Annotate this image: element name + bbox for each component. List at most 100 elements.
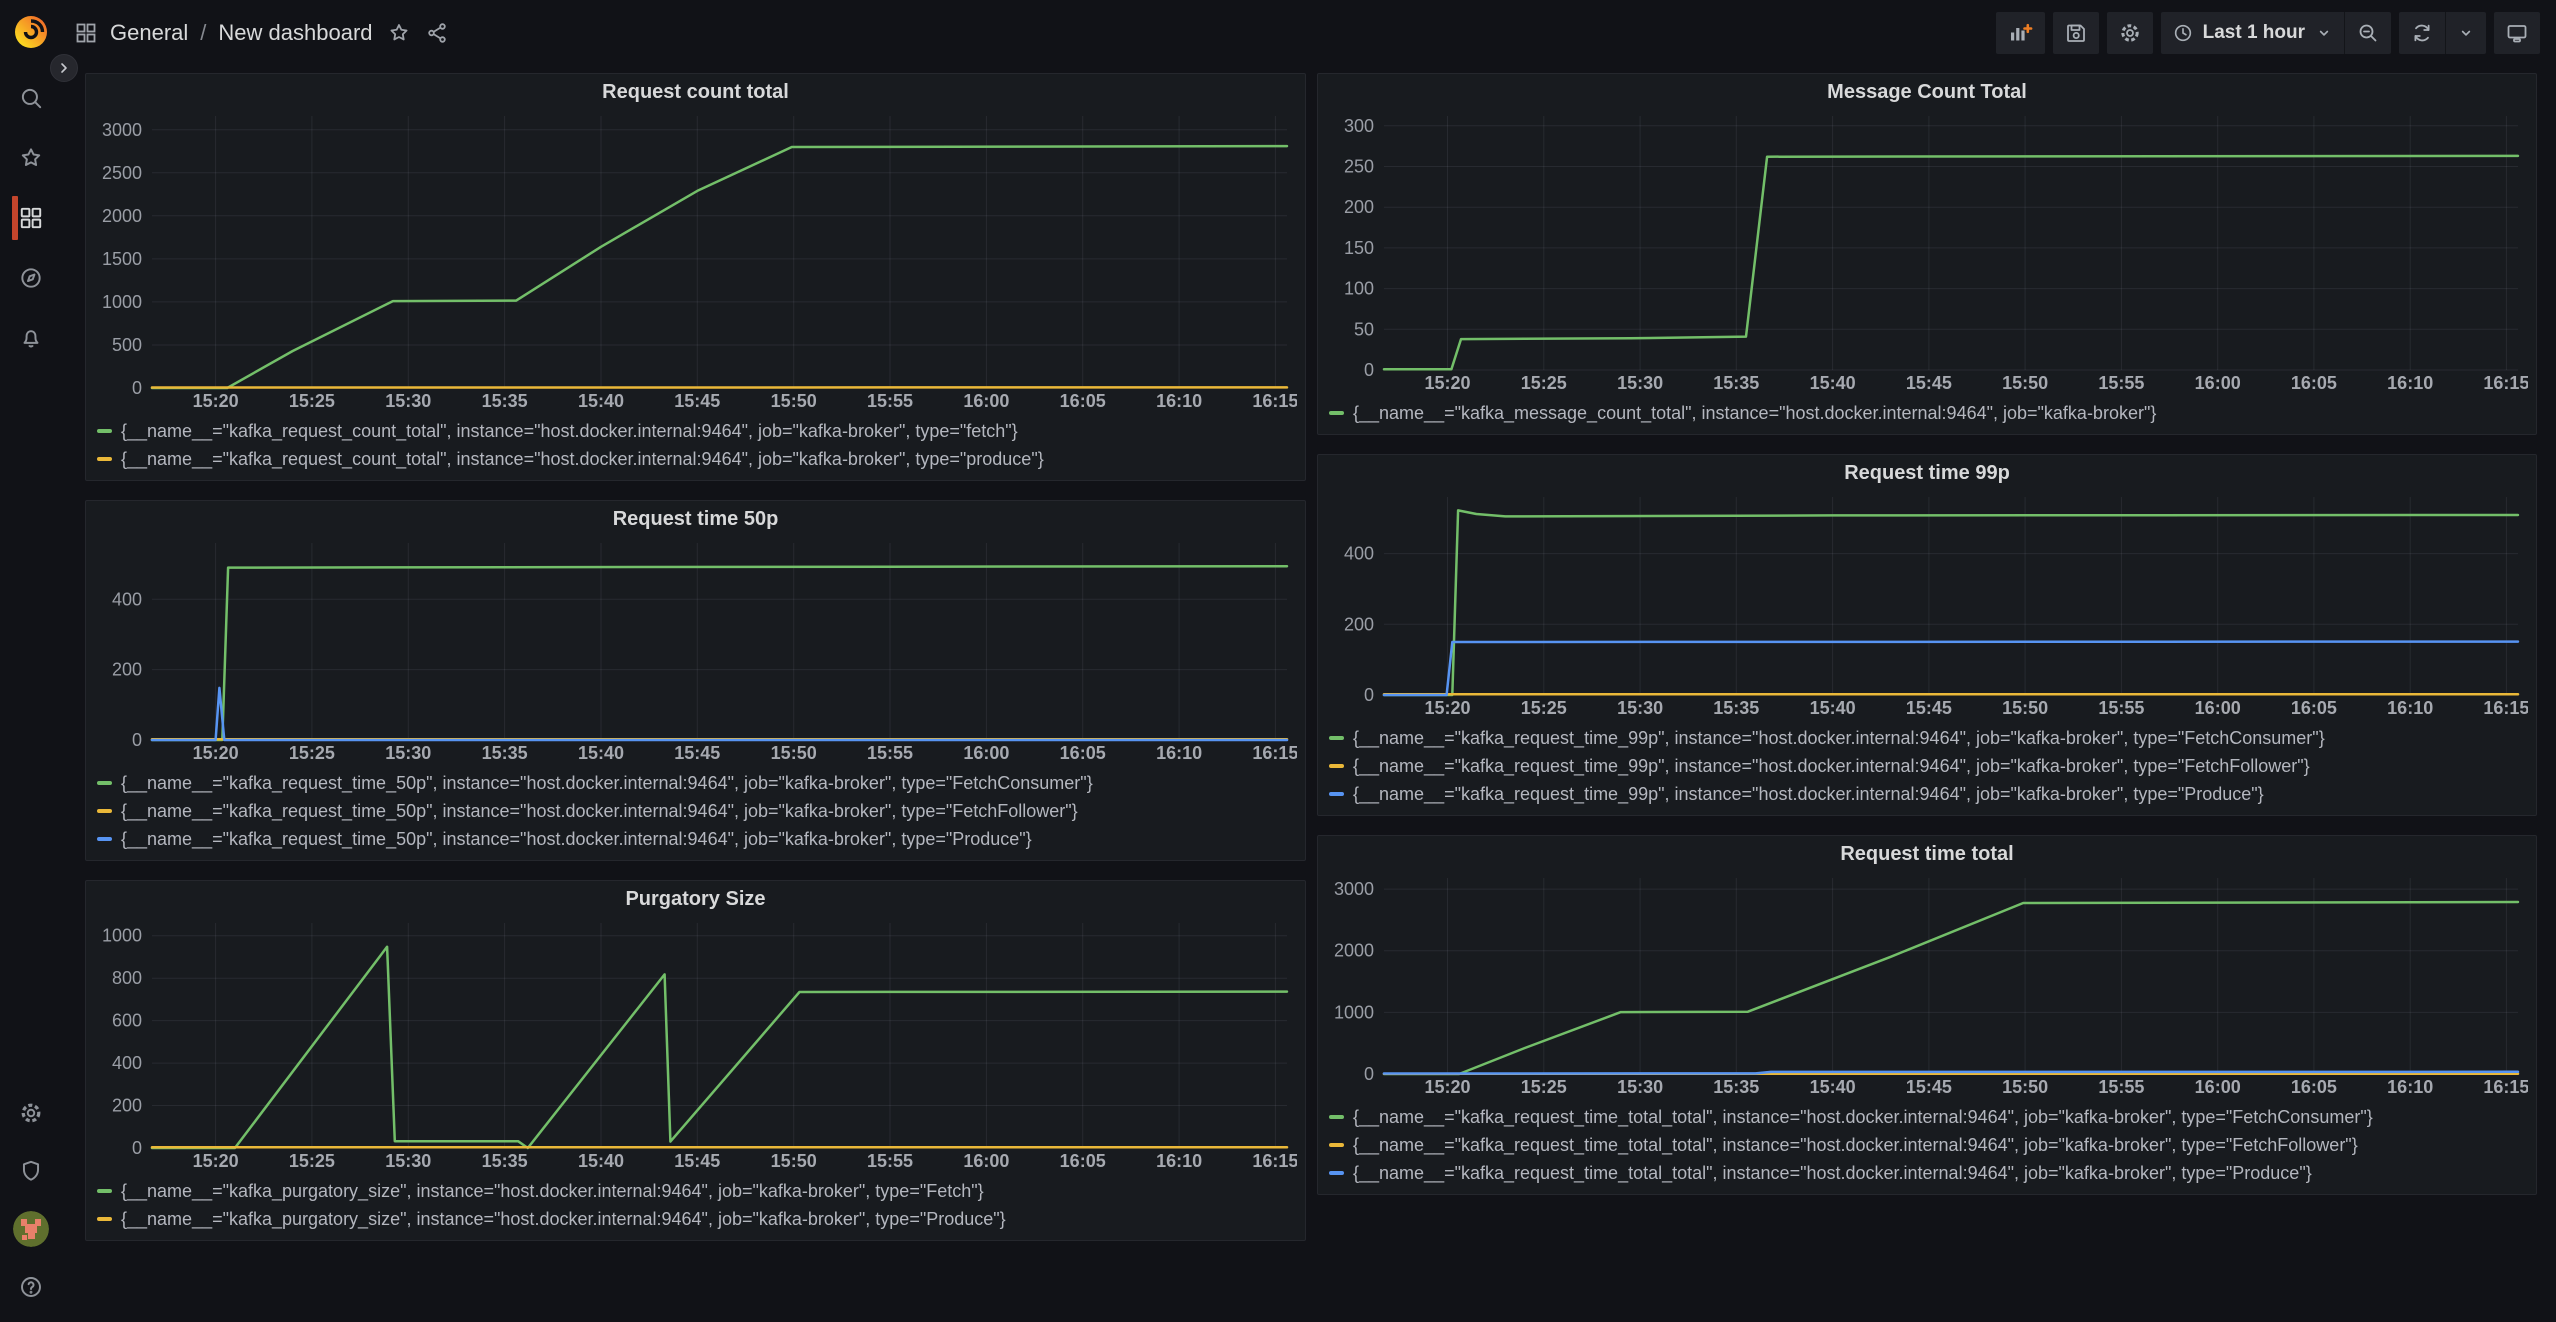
svg-text:16:15: 16:15 [1252,1151,1297,1171]
breadcrumb: General / New dashboard [74,20,449,46]
legend-swatch-icon [1329,736,1344,740]
svg-text:150: 150 [1344,238,1374,258]
legend-item[interactable]: {__name__="kafka_request_time_99p", inst… [1329,752,2528,780]
refresh-group [2399,12,2486,54]
legend-swatch-icon [1329,1171,1344,1175]
zoom-out-icon [2356,21,2380,45]
legend-item[interactable]: {__name__="kafka_request_time_50p", inst… [97,769,1297,797]
save-dashboard-button[interactable] [2053,12,2099,54]
svg-text:0: 0 [1364,1064,1374,1084]
svg-text:15:25: 15:25 [289,1151,335,1171]
svg-text:15:45: 15:45 [1906,373,1952,393]
legend-item[interactable]: {__name__="kafka_purgatory_size", instan… [97,1177,1297,1205]
svg-text:15:55: 15:55 [2098,698,2144,718]
legend-item[interactable]: {__name__="kafka_purgatory_size", instan… [97,1205,1297,1233]
svg-text:16:15: 16:15 [2483,698,2528,718]
gear-icon [2118,21,2142,45]
legend-item[interactable]: {__name__="kafka_request_count_total", i… [97,445,1297,473]
sidebar-item-alerting[interactable] [0,308,62,368]
panel-title[interactable]: Request time 50p [94,501,1297,535]
legend-label: {__name__="kafka_request_time_50p", inst… [121,801,1078,822]
svg-text:1000: 1000 [102,292,142,312]
svg-text:100: 100 [1344,279,1374,299]
chevron-right-icon [56,60,72,76]
svg-text:0: 0 [1364,685,1374,705]
svg-text:15:45: 15:45 [674,743,720,763]
panel-legend: {__name__="kafka_purgatory_size", instan… [94,1174,1297,1233]
legend-item[interactable]: {__name__="kafka_request_time_total_tota… [1329,1131,2528,1159]
legend-item[interactable]: {__name__="kafka_request_time_total_tota… [1329,1159,2528,1187]
share-dashboard-button[interactable] [425,21,449,45]
dashboard-settings-button[interactable] [2107,12,2153,54]
time-series-plot[interactable]: 05001000150020002500300015:2015:2515:301… [94,108,1297,414]
legend-swatch-icon [97,837,112,841]
time-series-plot[interactable]: 020040015:2015:2515:3015:3515:4015:4515:… [1326,489,2528,721]
svg-text:16:15: 16:15 [1252,391,1297,411]
time-range-group: Last 1 hour [2161,12,2391,54]
legend-swatch-icon [1329,1143,1344,1147]
time-series-plot[interactable]: 0200400600800100015:2015:2515:3015:3515:… [94,915,1297,1174]
svg-text:15:30: 15:30 [385,391,431,411]
legend-item[interactable]: {__name__="kafka_request_time_99p", inst… [1329,780,2528,808]
legend-item[interactable]: {__name__="kafka_request_time_total_tota… [1329,1103,2528,1131]
svg-text:15:25: 15:25 [289,743,335,763]
sidebar-item-configuration[interactable] [0,1084,62,1142]
legend-item[interactable]: {__name__="kafka_request_time_50p", inst… [97,825,1297,853]
sidebar-item-starred[interactable] [0,128,62,188]
time-range-picker-button[interactable]: Last 1 hour [2161,12,2344,54]
sidebar-item-profile[interactable] [0,1200,62,1258]
panel-title[interactable]: Request count total [94,74,1297,108]
breadcrumb-dashboard-title[interactable]: New dashboard [218,20,372,46]
legend-item[interactable]: {__name__="kafka_request_time_50p", inst… [97,797,1297,825]
svg-text:1000: 1000 [1334,1002,1374,1022]
time-series-plot[interactable]: 020040015:2015:2515:3015:3515:4015:4515:… [94,535,1297,766]
svg-text:600: 600 [112,1011,142,1031]
grafana-logo[interactable] [11,12,51,52]
star-icon [18,145,44,171]
legend-item[interactable]: {__name__="kafka_request_time_99p", inst… [1329,724,2528,752]
svg-text:3000: 3000 [1334,879,1374,899]
sidebar-item-explore[interactable] [0,248,62,308]
panel-title[interactable]: Request time 99p [1326,455,2528,489]
panel-title[interactable]: Request time total [1326,836,2528,870]
svg-text:16:05: 16:05 [1060,391,1106,411]
legend-swatch-icon [1329,411,1344,415]
sidebar-item-dashboards[interactable] [0,188,62,248]
svg-text:15:50: 15:50 [2002,373,2048,393]
dashboard-panel: Request count total 05001000150020002500… [85,73,1306,481]
legend-label: {__name__="kafka_purgatory_size", instan… [121,1209,1006,1230]
svg-text:15:20: 15:20 [193,1151,239,1171]
user-avatar [13,1211,49,1247]
series-line [1384,902,2518,1074]
svg-text:15:40: 15:40 [1810,373,1856,393]
series-line [1384,642,2518,695]
legend-item[interactable]: {__name__="kafka_request_count_total", i… [97,417,1297,445]
panel-title[interactable]: Purgatory Size [94,881,1297,915]
sidebar-bottom [0,1084,62,1316]
star-dashboard-button[interactable] [387,21,411,45]
legend-label: {__name__="kafka_request_count_total", i… [121,449,1044,470]
sidebar-item-server-admin[interactable] [0,1142,62,1200]
dashboard-navbar: General / New dashboard [62,0,2556,66]
svg-text:15:20: 15:20 [193,391,239,411]
add-panel-button[interactable] [1996,12,2045,54]
dashboard-panel: Purgatory Size 0200400600800100015:2015:… [85,880,1306,1241]
svg-text:15:25: 15:25 [289,391,335,411]
refresh-button[interactable] [2399,12,2445,54]
time-series-plot[interactable]: 010002000300015:2015:2515:3015:3515:4015… [1326,870,2528,1100]
svg-text:16:05: 16:05 [1060,1151,1106,1171]
panel-title[interactable]: Message Count Total [1326,74,2528,108]
expand-sidebar-button[interactable] [50,54,78,82]
breadcrumb-folder[interactable]: General [110,20,188,46]
svg-text:15:50: 15:50 [771,743,817,763]
cycle-view-mode-button[interactable] [2494,12,2540,54]
sidebar-item-help[interactable] [0,1258,62,1316]
svg-text:16:10: 16:10 [1156,1151,1202,1171]
time-series-plot[interactable]: 05010015020025030015:2015:2515:3015:3515… [1326,108,2528,396]
svg-text:15:35: 15:35 [1713,698,1759,718]
series-line [1384,156,2518,369]
refresh-interval-button[interactable] [2445,12,2486,54]
legend-swatch-icon [1329,764,1344,768]
zoom-out-time-button[interactable] [2344,12,2391,54]
legend-item[interactable]: {__name__="kafka_message_count_total", i… [1329,399,2528,427]
